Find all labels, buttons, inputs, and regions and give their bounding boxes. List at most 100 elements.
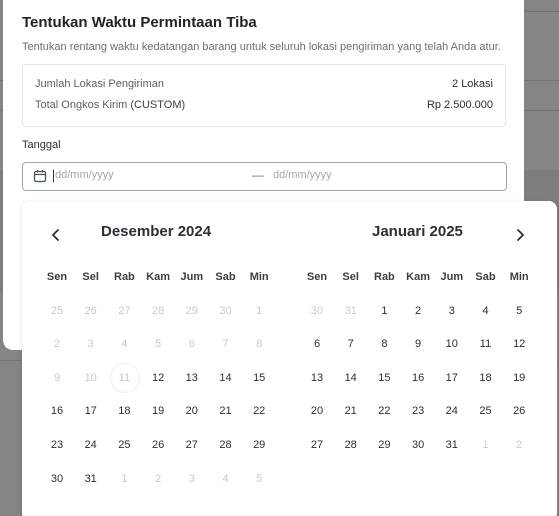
calendar-day[interactable]: 27 <box>176 430 208 460</box>
chevron-left-icon <box>52 229 59 241</box>
calendar-day[interactable]: 11 <box>470 329 502 359</box>
calendar-day[interactable]: 30 <box>402 430 434 460</box>
calendar-day-disabled: 4 <box>222 472 229 485</box>
calendar-day-disabled: 3 <box>87 338 94 351</box>
calendar-day-disabled: 1 <box>121 472 128 485</box>
shipping-label-suffix: (CUSTOM) <box>130 99 186 111</box>
calendar-day-disabled: 7 <box>222 338 229 351</box>
weekday-header: Kam <box>406 271 431 283</box>
weekday-header: Rab <box>374 271 395 283</box>
calendar-day[interactable]: 22 <box>368 396 400 426</box>
calendar-day[interactable]: 16 <box>41 396 73 426</box>
calendar-day[interactable]: 3 <box>436 296 468 326</box>
calendar-day-disabled: 4 <box>121 338 128 351</box>
date-range-input[interactable]: dd/mm/yyyy — dd/mm/yyyy <box>22 162 507 191</box>
calendar-day[interactable]: 8 <box>368 329 400 359</box>
calendar-day-disabled: 28 <box>151 304 165 317</box>
calendar-day-disabled: 5 <box>155 338 162 351</box>
calendar-day[interactable]: 20 <box>301 396 333 426</box>
start-date-input[interactable]: dd/mm/yyyy <box>55 169 114 181</box>
calendar-day-disabled: 31 <box>344 304 357 317</box>
calendar-day[interactable]: 31 <box>75 464 107 494</box>
background-corner-tab <box>523 0 559 12</box>
calendar-day[interactable]: 30 <box>41 464 73 494</box>
calendar-day[interactable]: 29 <box>243 430 275 460</box>
calendar-day[interactable]: 26 <box>503 396 535 426</box>
calendar-day[interactable]: 6 <box>301 329 333 359</box>
calendar-day[interactable]: 15 <box>243 363 275 393</box>
calendar-day[interactable]: 28 <box>210 430 242 460</box>
calendar-day[interactable]: 17 <box>436 363 468 393</box>
calendar-day[interactable]: 27 <box>301 430 333 460</box>
calendar-day[interactable]: 1 <box>368 296 400 326</box>
calendar-day[interactable]: 12 <box>503 329 535 359</box>
calendar-day[interactable]: 26 <box>142 430 174 460</box>
calendar-day[interactable]: 12 <box>142 363 174 393</box>
calendar-day[interactable]: 10 <box>436 329 468 359</box>
calendar-day[interactable]: 16 <box>402 363 434 393</box>
chevron-right-icon <box>517 229 524 241</box>
calendar-day-disabled: 1 <box>482 439 489 451</box>
calendar-day-disabled: 2 <box>155 472 162 485</box>
calendar-day[interactable]: 25 <box>108 430 140 460</box>
calendar-day[interactable]: 14 <box>210 363 242 393</box>
calendar-day[interactable]: 5 <box>503 296 535 326</box>
weekday-header: Sel <box>82 271 99 283</box>
calendar-day[interactable]: 24 <box>75 430 107 460</box>
calendar-day[interactable]: 21 <box>335 396 367 426</box>
calendar-day-disabled: 9 <box>53 371 61 384</box>
calendar-day-disabled: 8 <box>256 338 263 351</box>
calendar-day[interactable]: 7 <box>335 329 367 359</box>
calendar-day[interactable]: 19 <box>142 396 174 426</box>
weekday-header: Sab <box>215 271 236 283</box>
calendar-day[interactable]: 23 <box>402 396 434 426</box>
next-month-button[interactable] <box>510 225 530 245</box>
calendar-day-disabled: 5 <box>256 472 263 485</box>
modal-description: Tentukan rentang waktu kedatangan barang… <box>22 41 501 53</box>
calendar-day[interactable]: 28 <box>335 430 367 460</box>
calendar-day-disabled: 10 <box>84 371 97 384</box>
calendar-day[interactable]: 18 <box>108 396 140 426</box>
weekday-header: Jum <box>440 271 464 283</box>
calendar-day-disabled: 26 <box>84 304 97 317</box>
summary-row-shipping: Total Ongkos Kirim (CUSTOM) Rp 2.500.000 <box>35 99 493 111</box>
calendar-day[interactable]: 31 <box>436 430 468 460</box>
shipping-value: Rp 2.500.000 <box>426 99 493 111</box>
calendar-day-disabled: 27 <box>118 304 131 317</box>
previous-month-button[interactable] <box>46 225 66 245</box>
month-title-right: Januari 2025 <box>372 223 463 240</box>
weekday-header: Min <box>509 271 529 283</box>
weekday-header: Rab <box>114 271 135 283</box>
calendar-day[interactable]: 20 <box>176 396 208 426</box>
calendar-day[interactable]: 23 <box>41 430 73 460</box>
calendar-day[interactable]: 4 <box>470 296 502 326</box>
end-date-input[interactable]: dd/mm/yyyy <box>273 169 332 181</box>
calendar-day[interactable]: 19 <box>503 363 535 393</box>
weekday-header: Sen <box>46 271 68 283</box>
calendar-icon <box>33 170 47 183</box>
date-field-label: Tanggal <box>22 139 61 151</box>
calendar-day[interactable]: 13 <box>301 363 333 393</box>
calendar-day-disabled: 30 <box>219 304 232 317</box>
calendar-day[interactable]: 29 <box>368 430 400 460</box>
weekday-header: Jum <box>180 271 204 283</box>
locations-label: Jumlah Lokasi Pengiriman <box>35 78 165 90</box>
calendar-day[interactable]: 9 <box>402 329 434 359</box>
calendar-day-disabled: 2 <box>516 439 523 451</box>
calendar-day-disabled: 1 <box>256 304 263 317</box>
calendar-day-disabled: 2 <box>53 338 61 351</box>
calendar-day-disabled: 6 <box>188 338 195 351</box>
calendar-day-disabled: 3 <box>188 472 195 485</box>
weekday-header: Min <box>249 271 269 283</box>
calendar-day[interactable]: 14 <box>335 363 367 393</box>
calendar-day[interactable]: 18 <box>470 363 502 393</box>
calendar-day[interactable]: 21 <box>210 396 242 426</box>
calendar-day[interactable]: 15 <box>368 363 400 393</box>
calendar-day[interactable]: 25 <box>470 396 502 426</box>
calendar-day[interactable]: 24 <box>436 396 468 426</box>
calendar-day[interactable]: 13 <box>176 363 208 393</box>
calendar-day[interactable]: 22 <box>243 396 275 426</box>
text-cursor <box>53 170 54 182</box>
calendar-day[interactable]: 2 <box>402 296 434 326</box>
calendar-day[interactable]: 17 <box>75 396 107 426</box>
